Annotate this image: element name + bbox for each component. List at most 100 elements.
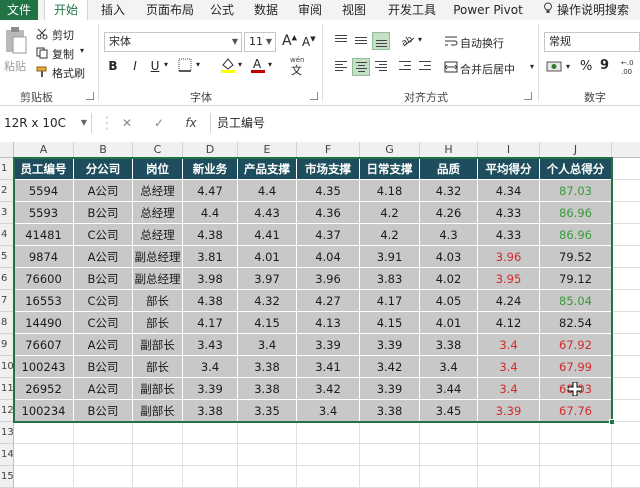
fill-color-dropdown-icon[interactable]: ▾ <box>238 60 242 69</box>
cancel-entry-button[interactable]: ✕ <box>116 113 138 133</box>
table-cell[interactable]: 3.4 <box>478 378 540 400</box>
table-header-cell[interactable]: 市场支撑 <box>297 158 360 180</box>
comma-style-button[interactable]: 9 <box>600 58 609 73</box>
table-cell[interactable]: 3.4 <box>238 334 297 356</box>
table-header-cell[interactable]: 岗位 <box>133 158 183 180</box>
table-cell[interactable]: 副总经理 <box>133 268 183 290</box>
paste-icon[interactable] <box>4 26 28 59</box>
align-middle-icon[interactable] <box>352 32 370 50</box>
cut-button[interactable]: 剪切 <box>52 27 74 43</box>
table-header-cell[interactable]: 平均得分 <box>478 158 540 180</box>
table-cell[interactable]: 4.32 <box>238 290 297 312</box>
table-cell[interactable]: 副部长 <box>133 334 183 356</box>
table-cell[interactable]: 3.35 <box>238 400 297 422</box>
row-header-10[interactable]: 10 <box>0 356 14 378</box>
table-cell[interactable]: 5593 <box>14 202 74 224</box>
table-cell[interactable]: 4.47 <box>183 180 238 202</box>
row-header-8[interactable]: 8 <box>0 312 14 334</box>
merge-dropdown-icon[interactable]: ▾ <box>530 62 534 71</box>
table-cell[interactable]: 4.17 <box>183 312 238 334</box>
formula-bar-handle-icon[interactable]: ⋮ <box>96 113 118 133</box>
copy-button[interactable]: 复制 <box>52 46 74 62</box>
wrap-text-icon[interactable] <box>444 34 458 51</box>
table-cell[interactable]: 4.04 <box>297 246 360 268</box>
table-cell[interactable]: B公司 <box>74 268 133 290</box>
table-cell[interactable]: 4.38 <box>183 224 238 246</box>
accounting-dropdown-icon[interactable]: ▾ <box>566 62 570 71</box>
table-cell[interactable]: 3.38 <box>420 334 478 356</box>
table-cell[interactable]: 总经理 <box>133 180 183 202</box>
table-cell[interactable]: 4.41 <box>238 224 297 246</box>
table-cell[interactable]: A公司 <box>74 378 133 400</box>
table-header-cell[interactable]: 品质 <box>420 158 478 180</box>
table-cell[interactable]: 部长 <box>133 312 183 334</box>
table-cell[interactable]: 3.4 <box>478 334 540 356</box>
formula-input[interactable]: 员工编号 <box>210 113 630 133</box>
fill-handle[interactable] <box>609 419 615 425</box>
table-cell[interactable]: 3.39 <box>183 378 238 400</box>
table-cell[interactable]: 4.2 <box>360 224 420 246</box>
table-cell[interactable]: C公司 <box>74 312 133 334</box>
name-box[interactable]: 12R x 10C ▼ <box>0 113 92 133</box>
row-header-6[interactable]: 6 <box>0 268 14 290</box>
column-header-h[interactable]: H <box>420 142 478 158</box>
font-name-combo[interactable]: 宋体 ▼ <box>104 32 242 52</box>
table-cell[interactable]: 3.41 <box>297 356 360 378</box>
align-left-icon[interactable] <box>332 58 350 76</box>
align-right-icon[interactable] <box>372 58 390 76</box>
table-cell[interactable]: 3.83 <box>360 268 420 290</box>
column-header-empty[interactable] <box>612 142 640 158</box>
table-cell[interactable]: A公司 <box>74 180 133 202</box>
table-cell[interactable]: 4.4 <box>183 202 238 224</box>
tab-developer[interactable]: 开发工具 <box>382 0 442 20</box>
font-launcher-icon[interactable] <box>310 92 318 100</box>
table-cell[interactable]: 总经理 <box>133 224 183 246</box>
bold-button[interactable]: B <box>104 57 122 75</box>
table-cell[interactable]: 3.42 <box>297 378 360 400</box>
table-cell[interactable]: 4.01 <box>420 312 478 334</box>
tell-me-search[interactable]: 操作说明搜索 <box>534 0 638 20</box>
column-header-f[interactable]: F <box>297 142 360 158</box>
table-cell[interactable]: 3.95 <box>478 268 540 290</box>
column-header-a[interactable]: A <box>14 142 74 158</box>
table-cell[interactable]: 部长 <box>133 356 183 378</box>
table-cell[interactable]: 3.38 <box>183 400 238 422</box>
table-cell[interactable]: B公司 <box>74 400 133 422</box>
table-cell[interactable]: 3.91 <box>360 246 420 268</box>
table-cell[interactable]: 4.38 <box>183 290 238 312</box>
table-cell[interactable]: 3.97 <box>238 268 297 290</box>
table-cell[interactable]: 67.92 <box>540 334 612 356</box>
table-cell[interactable]: 3.39 <box>360 334 420 356</box>
table-cell[interactable]: 26952 <box>14 378 74 400</box>
tab-power-pivot[interactable]: Power Pivot <box>450 0 526 20</box>
table-cell[interactable]: 3.45 <box>420 400 478 422</box>
number-format-combo[interactable]: 常规 <box>544 32 640 52</box>
phonetic-guide-icon[interactable]: wén 文 <box>288 54 306 79</box>
format-painter-button[interactable]: 格式刷 <box>52 65 85 81</box>
row-header-4[interactable]: 4 <box>0 224 14 246</box>
row-header-2[interactable]: 2 <box>0 180 14 202</box>
shrink-font-button[interactable]: A▼ <box>302 35 316 49</box>
table-cell[interactable]: 79.52 <box>540 246 612 268</box>
table-cell[interactable]: 85.04 <box>540 290 612 312</box>
table-cell[interactable]: 4.35 <box>297 180 360 202</box>
scissors-icon[interactable] <box>36 28 48 43</box>
table-cell[interactable]: 部长 <box>133 290 183 312</box>
table-cell[interactable]: B公司 <box>74 202 133 224</box>
table-cell[interactable]: 41481 <box>14 224 74 246</box>
table-cell[interactable]: 4.01 <box>238 246 297 268</box>
row-header-3[interactable]: 3 <box>0 202 14 224</box>
tab-formulas[interactable]: 公式 <box>204 0 240 20</box>
table-cell[interactable]: 3.98 <box>183 268 238 290</box>
copy-icon[interactable] <box>36 47 48 62</box>
decrease-indent-icon[interactable] <box>396 58 414 76</box>
borders-icon[interactable] <box>178 58 192 75</box>
italic-button[interactable]: I <box>126 57 144 75</box>
table-cell[interactable]: 4.33 <box>478 202 540 224</box>
alignment-launcher-icon[interactable] <box>524 92 532 100</box>
tab-view[interactable]: 视图 <box>336 0 372 20</box>
tab-insert[interactable]: 插入 <box>92 0 134 20</box>
column-header-c[interactable]: C <box>133 142 183 158</box>
table-cell[interactable]: 4.15 <box>360 312 420 334</box>
format-painter-icon[interactable] <box>36 66 48 81</box>
